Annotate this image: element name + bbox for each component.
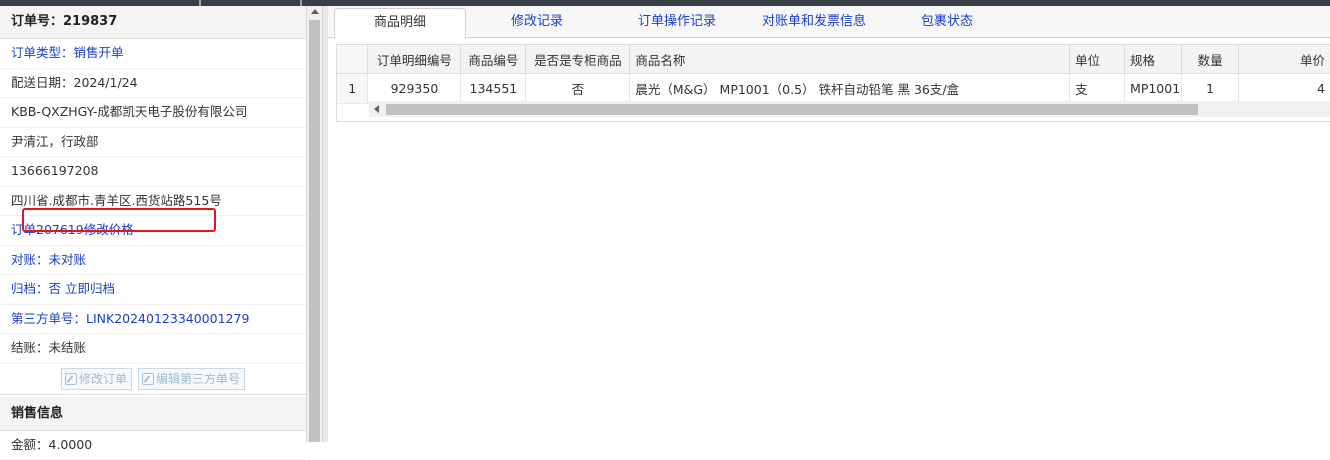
col-detail-no[interactable]: 订单明细编号 bbox=[368, 45, 461, 74]
tab-statement-invoice[interactable]: 对账单和发票信息 bbox=[744, 8, 884, 37]
scrollbar-thumb[interactable] bbox=[309, 20, 320, 442]
scrollbar-thumb[interactable] bbox=[386, 104, 1198, 115]
col-product-no[interactable]: 商品编号 bbox=[461, 45, 526, 74]
col-qty[interactable]: 数量 bbox=[1182, 45, 1239, 74]
grid-horizontal-scrollbar[interactable] bbox=[369, 101, 1330, 117]
col-price[interactable]: 单价 bbox=[1239, 45, 1330, 74]
product-grid: 订单明细编号 商品编号 是否是专柜商品 商品名称 单位 规格 数量 单价 1 9… bbox=[336, 44, 1330, 122]
order-type-value[interactable]: 销售开单 bbox=[74, 45, 124, 60]
settle-status: 结账：未结账 bbox=[0, 334, 306, 364]
tab-package-status[interactable]: 包裹状态 bbox=[902, 8, 992, 37]
cell-price: 4 bbox=[1239, 74, 1330, 104]
col-spec[interactable]: 规格 bbox=[1125, 45, 1182, 74]
order-type-label: 订单类型： bbox=[11, 45, 74, 60]
contact-person: 尹清江，行政部 bbox=[0, 128, 306, 158]
col-product-name[interactable]: 商品名称 bbox=[630, 45, 1070, 74]
col-unit[interactable]: 单位 bbox=[1070, 45, 1125, 74]
archive-row: 归档：否 立即归档 bbox=[0, 275, 306, 305]
left-panel-scrollbar[interactable] bbox=[307, 6, 322, 442]
col-is-counter[interactable]: 是否是专柜商品 bbox=[526, 45, 630, 74]
cell-detail-no: 929350 bbox=[368, 74, 461, 104]
edit-order-label: 修改订单 bbox=[79, 369, 127, 389]
cell-spec: MP1001 bbox=[1125, 74, 1182, 104]
scroll-left-arrow-icon[interactable] bbox=[374, 105, 379, 113]
delivery-date: 配送日期：2024/1/24 bbox=[0, 69, 306, 99]
order-type-row: 订单类型：销售开单 bbox=[0, 39, 306, 69]
order-number-title: 订单号：219837 bbox=[0, 6, 306, 39]
row-index: 1 bbox=[337, 74, 368, 104]
tab-change-log[interactable]: 修改记录 bbox=[478, 8, 596, 37]
edit-icon bbox=[142, 373, 154, 385]
highlight-box bbox=[22, 208, 216, 232]
tab-product-details[interactable]: 商品明细 bbox=[334, 8, 466, 39]
sales-amount: 金额：4.0000 bbox=[0, 431, 306, 460]
order-actions: 修改订单 编辑第三方单号 bbox=[0, 364, 306, 395]
cell-product-no-link[interactable]: 134551 bbox=[461, 74, 526, 104]
edit-third-party-button[interactable]: 编辑第三方单号 bbox=[138, 368, 245, 390]
cell-is-counter: 否 bbox=[526, 74, 630, 104]
grid-header-row: 订单明细编号 商品编号 是否是专柜商品 商品名称 单位 规格 数量 单价 bbox=[337, 45, 1330, 74]
reconcile-status: 对账：未对账 bbox=[0, 246, 306, 276]
edit-third-party-label: 编辑第三方单号 bbox=[156, 369, 240, 389]
scroll-up-arrow-icon[interactable] bbox=[311, 9, 319, 14]
rownum-header bbox=[337, 45, 368, 74]
phone-number: 13666197208 bbox=[0, 157, 306, 187]
sales-info-title: 销售信息 bbox=[0, 397, 306, 431]
detail-tabs: 商品明细 修改记录 订单操作记录 对账单和发票信息 包裹状态 bbox=[328, 6, 1330, 38]
cell-unit: 支 bbox=[1070, 74, 1125, 104]
order-detail-panel: 商品明细 修改记录 订单操作记录 对账单和发票信息 包裹状态 订单明细编号 商品… bbox=[328, 6, 1330, 442]
edit-order-button[interactable]: 修改订单 bbox=[61, 368, 132, 390]
tab-operation-log[interactable]: 订单操作记录 bbox=[618, 8, 736, 37]
archive-label: 归档： bbox=[11, 281, 49, 296]
edit-icon bbox=[65, 373, 77, 385]
third-party-order-no: 第三方单号：LINK20240123340001279 bbox=[0, 305, 306, 335]
customer-name: KBB-QXZHGY-成都凯天电子股份有限公司 bbox=[0, 98, 306, 128]
cell-qty: 1 bbox=[1182, 74, 1239, 104]
cell-product-name-link[interactable]: 晨光（M&G） MP1001（0.5） 铁杆自动铅笔 黑 36支/盒 bbox=[630, 74, 1070, 104]
table-row[interactable]: 1 929350 134551 否 晨光（M&G） MP1001（0.5） 铁杆… bbox=[337, 74, 1330, 104]
archive-now-link[interactable]: 否 立即归档 bbox=[49, 281, 115, 296]
